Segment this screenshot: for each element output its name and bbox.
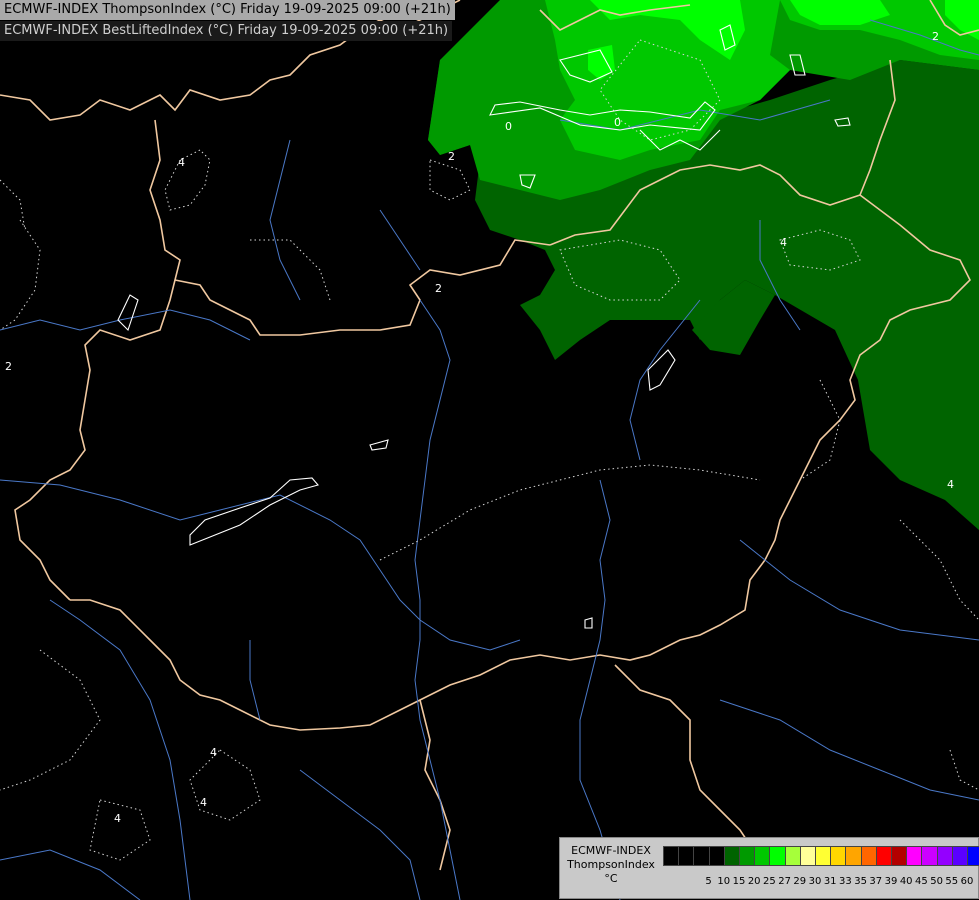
contour-label: 0	[505, 120, 512, 133]
legend-unit: °C	[604, 872, 618, 885]
color-legend: ECMWF-INDEX ThompsonIndex °C 5 10 15 20 25 27…	[559, 837, 979, 899]
title-best-lifted-index: ECMWF-INDEX BestLiftedIndex (°C) Friday …	[0, 21, 453, 41]
legend-model: ECMWF-INDEX	[571, 844, 651, 857]
contour-label: 4	[200, 796, 207, 809]
contour-label: 0	[614, 116, 621, 129]
title-thompson-index: ECMWF-INDEX ThompsonIndex (°C) Friday 19…	[0, 0, 455, 20]
contour-label: 2	[435, 282, 442, 295]
legend-parameter: ThompsonIndex	[567, 858, 655, 871]
weather-map: 0 0 2 2 2 4 4 4 4 4 4 2	[0, 0, 979, 900]
contour-label: 2	[5, 360, 12, 373]
legend-title: ECMWF-INDEX ThompsonIndex °C	[562, 844, 660, 886]
contour-label: 4	[210, 746, 217, 759]
contour-label: 4	[947, 478, 954, 491]
legend-swatch	[967, 846, 979, 866]
contour-label: 4	[780, 236, 787, 249]
contour-label: 2	[932, 30, 939, 43]
contour-label: 4	[114, 812, 121, 825]
contour-label: 4	[178, 156, 185, 169]
legend-tick-label: 60	[960, 876, 974, 887]
contour-label: 2	[448, 150, 455, 163]
